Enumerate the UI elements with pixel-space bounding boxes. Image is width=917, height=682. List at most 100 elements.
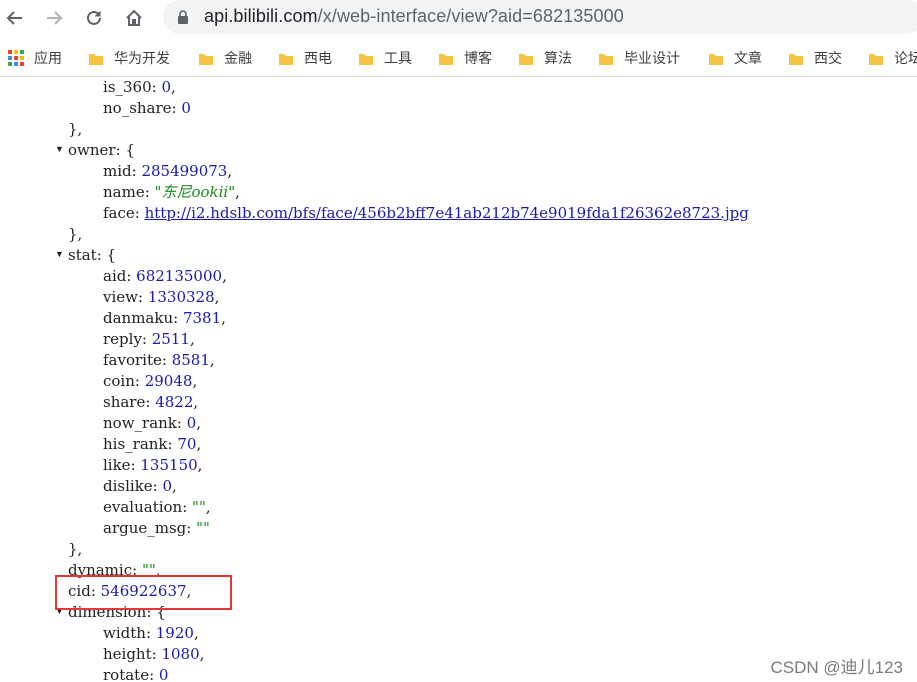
json-value: 70 [177, 435, 197, 453]
json-key: mid [103, 162, 132, 180]
folder-icon [518, 51, 534, 65]
json-value: "" [196, 519, 210, 537]
folder-icon [278, 51, 294, 65]
home-button[interactable] [120, 4, 148, 32]
json-value: 0 [158, 666, 169, 682]
json-key: face [103, 204, 135, 222]
back-arrow-icon [6, 11, 22, 25]
json-line: }, [68, 119, 82, 140]
back-button[interactable] [1, 4, 29, 32]
json-key: name [103, 183, 145, 201]
json-value: 8581 [171, 351, 210, 369]
json-value: 0 [162, 477, 173, 495]
json-line: evaluation: "", [103, 498, 211, 516]
json-key: is_360 [103, 78, 152, 96]
json-line: name: "东尼ookii", [103, 183, 240, 201]
bookmark-item[interactable]: 博客 [438, 48, 492, 68]
json-line: his_rank: 70, [103, 435, 202, 453]
watermark: CSDN @迪儿123 [770, 658, 903, 677]
bookmark-item[interactable]: 毕业设计 [598, 48, 680, 68]
json-line: aid: 682135000, [103, 267, 227, 285]
browser-toolbar: api.bilibili.com/x/web-interface/view?ai… [0, 0, 917, 36]
json-line: favorite: 8581, [103, 351, 215, 369]
folder-icon [88, 51, 104, 65]
reload-button[interactable] [80, 4, 108, 32]
json-value: { [125, 141, 135, 159]
folder-icon [598, 51, 614, 65]
json-line: reply: 2511, [103, 330, 195, 348]
bookmark-item[interactable]: 华为开发 [88, 48, 170, 68]
json-line: height: 1080, [103, 645, 205, 663]
json-key: height [103, 645, 152, 663]
folder-icon [198, 51, 214, 65]
json-key: owner [68, 141, 116, 159]
bookmark-item[interactable]: 西电 [278, 48, 332, 68]
json-key: his_rank [103, 435, 168, 453]
bookmark-label: 华为开发 [114, 51, 170, 67]
folder-icon [708, 51, 724, 65]
json-value: { [106, 246, 117, 264]
folder-icon [438, 51, 454, 65]
json-line: mid: 285499073, [103, 162, 233, 180]
lock-icon[interactable] [176, 9, 190, 25]
bookmarks-bar: 应用 华为开发 金融 西电 工具 博客 算法 毕业设计 文章 西交 论坛 [0, 38, 917, 77]
bookmark-label: 西交 [814, 51, 842, 67]
address-bar[interactable]: api.bilibili.com/x/web-interface/view?ai… [163, 0, 917, 34]
forward-button[interactable] [40, 4, 68, 32]
json-line: owner: { [68, 141, 135, 159]
json-key: dislike [103, 477, 153, 495]
json-key: coin [103, 372, 135, 390]
bookmark-label: 博客 [464, 51, 492, 67]
bookmark-label: 文章 [734, 51, 762, 67]
json-value: 682135000 [136, 267, 223, 285]
json-key: argue_msg [103, 519, 187, 537]
json-line: share: 4822, [103, 393, 199, 411]
json-key: width [103, 624, 146, 642]
json-value: 0 [186, 414, 197, 432]
bookmark-item[interactable]: 应用 [8, 48, 62, 68]
bookmark-item[interactable]: 金融 [198, 48, 252, 68]
json-key: danmaku [103, 309, 174, 327]
json-bracket: }, [68, 225, 83, 243]
json-key: share [103, 393, 146, 411]
bookmark-item[interactable]: 文章 [708, 48, 762, 68]
json-key: aid [103, 267, 127, 285]
json-key: like [103, 456, 131, 474]
json-value: 29048 [144, 372, 193, 390]
json-value: 0 [161, 78, 172, 96]
json-value: 285499073 [141, 162, 228, 180]
json-value: "东尼ookii" [154, 183, 236, 201]
forward-arrow-icon [47, 11, 63, 25]
json-value: 4822 [155, 393, 194, 411]
collapse-toggle-icon[interactable]: ▼ [55, 249, 64, 259]
json-line: argue_msg: "" [103, 519, 210, 537]
url-text[interactable]: api.bilibili.com/x/web-interface/view?ai… [204, 6, 624, 27]
json-line: coin: 29048, [103, 372, 198, 390]
json-key: stat [68, 246, 97, 264]
json-link-value[interactable]: http://i2.hdslb.com/bfs/face/456b2bff7e4… [145, 204, 749, 222]
json-line: danmaku: 7381, [103, 309, 226, 327]
json-value: 1330328 [147, 288, 215, 306]
json-bracket: }, [68, 120, 83, 138]
json-line: like: 135150, [103, 456, 203, 474]
json-line: }, [68, 224, 82, 245]
bookmark-item[interactable]: 论坛 [868, 48, 917, 68]
bookmark-label: 论坛 [894, 51, 917, 67]
bookmark-label: 毕业设计 [624, 51, 680, 67]
json-line: no_share: 0 [103, 99, 191, 117]
json-line: face: http://i2.hdslb.com/bfs/face/456b2… [103, 204, 749, 222]
bookmark-item[interactable]: 算法 [518, 48, 572, 68]
bookmark-label: 金融 [224, 51, 252, 67]
bookmark-item[interactable]: 工具 [358, 48, 412, 68]
json-line: rotate: 0 [103, 666, 169, 682]
json-line: view: 1330328, [103, 288, 220, 306]
json-value: 0 [181, 99, 191, 117]
json-line: stat: { [68, 246, 117, 264]
json-value: 135150 [140, 456, 198, 474]
json-key: rotate [103, 666, 150, 682]
collapse-toggle-icon[interactable]: ▼ [55, 144, 64, 154]
json-key: now_rank [103, 414, 177, 432]
json-line: now_rank: 0, [103, 414, 202, 432]
bookmark-item[interactable]: 西交 [788, 48, 842, 68]
bookmark-label: 算法 [544, 51, 572, 67]
